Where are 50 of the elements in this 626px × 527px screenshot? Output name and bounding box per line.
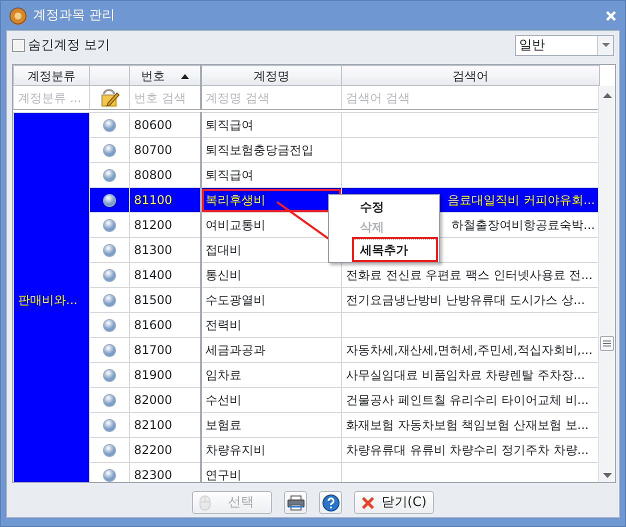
scroll-up-icon[interactable] xyxy=(602,93,612,98)
status-dot-icon xyxy=(103,344,116,358)
printer-icon xyxy=(286,494,304,510)
table-cell: 80600 xyxy=(130,112,200,138)
close-button[interactable]: 닫기(C) xyxy=(354,491,434,514)
column-header[interactable]: 계정분류 xyxy=(14,66,90,86)
status-dot-icon xyxy=(103,244,116,258)
status-dot-icon xyxy=(103,369,116,382)
status-dot-icon xyxy=(103,269,116,282)
status-dot-icon xyxy=(103,294,116,308)
help-icon xyxy=(322,494,340,512)
window-title: 계정과목 관리 xyxy=(33,6,116,25)
scroll-down-icon[interactable] xyxy=(603,473,612,478)
status-dot-icon xyxy=(103,394,116,408)
table-cell: 수선비 xyxy=(200,388,342,412)
table-cell: 수도광열비 xyxy=(200,288,342,312)
mouse-icon xyxy=(199,494,211,510)
column-header[interactable]: 번호 xyxy=(130,66,200,86)
app-logo-icon xyxy=(9,6,27,24)
status-dot-icon xyxy=(103,419,116,432)
column-header[interactable]: 계정명 xyxy=(200,66,342,86)
table-cell: 연구비 xyxy=(200,462,342,482)
status-dot-icon xyxy=(103,194,116,208)
table-cell: 81100 xyxy=(130,188,200,212)
edit-icon[interactable] xyxy=(100,88,120,107)
cross-icon xyxy=(361,496,375,510)
table-cell: 차량유지비 xyxy=(200,438,342,462)
table-cell: 퇴직급여 xyxy=(200,112,342,138)
dropdown-caret-icon xyxy=(602,43,610,48)
table-cell: 보험료 xyxy=(200,412,342,438)
close-icon[interactable] xyxy=(605,10,617,22)
table-cell: 세금과공과 xyxy=(200,338,342,362)
hidden-accounts-checkbox[interactable] xyxy=(12,39,25,52)
status-dot-icon xyxy=(103,144,116,158)
category-cell: 판매비와... xyxy=(14,112,90,482)
scrollbar-thumb[interactable] xyxy=(600,336,614,351)
status-dot-icon xyxy=(103,219,116,232)
status-dot-icon xyxy=(103,319,116,332)
help-button[interactable] xyxy=(319,491,342,514)
status-dot-icon xyxy=(103,119,116,132)
table-cell: 임차료 xyxy=(200,362,342,388)
status-dot-icon xyxy=(103,169,116,182)
view-dropdown[interactable]: 일반 xyxy=(515,35,614,56)
table-cell: 81200 xyxy=(130,212,200,238)
table-cell: 전력비 xyxy=(200,312,342,338)
checkbox-label: 숨긴계정 보기 xyxy=(28,36,110,55)
print-button[interactable] xyxy=(284,491,307,514)
table-cell: 퇴직보험충당금전입 xyxy=(200,138,342,162)
status-dot-icon xyxy=(103,444,116,458)
column-header[interactable]: 검색어 xyxy=(342,66,600,86)
